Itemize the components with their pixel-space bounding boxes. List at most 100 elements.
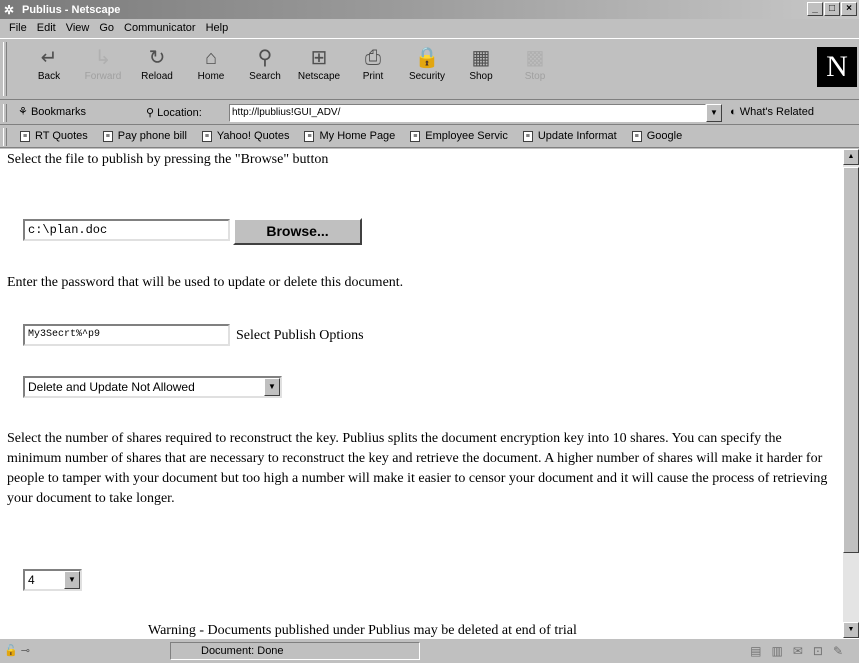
title-bar: ✲ Publius - Netscape _ □ × <box>0 0 859 19</box>
stop-icon: ▩ <box>525 47 545 69</box>
shares-instructions: Select the number of shares required to … <box>7 431 828 506</box>
shop-icon: ▦ <box>471 47 491 69</box>
forward-arrow-icon: ↳ <box>94 47 112 69</box>
toolbar-button-label: Security <box>408 71 446 82</box>
location-page-icon[interactable]: ⚲ <box>146 107 154 119</box>
status-text: Document: Done <box>170 642 420 660</box>
reload-icon: ↻ <box>148 47 166 69</box>
netscape-icon: ⊞ <box>310 47 328 69</box>
toolbar-stop-button[interactable]: ▩ Stop <box>508 45 562 82</box>
component-bar-icons[interactable]: ▤▥✉⊡✎ <box>750 644 853 658</box>
menu-file[interactable]: File <box>4 22 32 34</box>
personal-bookmark-label: Google <box>646 130 683 142</box>
window-title: Publius - Netscape <box>22 3 121 16</box>
bookmark-page-icon: ≡ <box>102 130 113 142</box>
file-path-input[interactable]: c:\plan.doc <box>23 219 230 241</box>
menu-help[interactable]: Help <box>201 22 234 34</box>
scroll-thumb[interactable] <box>843 167 859 553</box>
toolbar-button-label: Forward <box>84 71 122 82</box>
toolbar-forward-button[interactable]: ↳ Forward <box>76 45 130 82</box>
print-icon: ⎙ <box>365 47 381 69</box>
toolbar-button-label: Netscape <box>297 71 341 82</box>
toolbar-button-label: Shop <box>469 71 493 82</box>
password-input[interactable]: My3Secrt%^p9 <box>23 324 230 346</box>
toolbar-grip[interactable] <box>3 42 7 96</box>
toolbar-print-button[interactable]: ⎙ Print <box>346 45 400 82</box>
vertical-scrollbar[interactable]: ▲ ▼ <box>843 149 859 638</box>
status-bar: 🔓 ⊸ Document: Done ▤▥✉⊡✎ <box>0 638 859 663</box>
dropdown-arrow-icon[interactable]: ▼ <box>264 378 280 396</box>
scroll-up-button[interactable]: ▲ <box>843 149 859 165</box>
toolbar-netscape-button[interactable]: ⊞ Netscape <box>292 45 346 82</box>
password-prompt-text: Enter the password that will be used to … <box>7 275 404 290</box>
minimize-button[interactable]: _ <box>807 2 823 16</box>
bookmark-page-icon: ≡ <box>631 130 642 142</box>
menu-communicator[interactable]: Communicator <box>119 22 201 34</box>
file-prompt-text: Select the file to publish by pressing t… <box>7 152 329 167</box>
whats-related-icon: ◐ <box>730 106 737 118</box>
browse-button[interactable]: Browse... <box>233 218 362 245</box>
scroll-down-button[interactable]: ▼ <box>843 622 859 638</box>
toolbar-home-button[interactable]: ⌂ Home <box>184 45 238 82</box>
toolbar-back-button[interactable]: ↵ Back <box>22 45 76 82</box>
menu-view[interactable]: View <box>61 22 95 34</box>
location-label: ⚲ Location: <box>146 107 202 119</box>
toolbar-button-label: Stop <box>524 71 546 82</box>
toolbar-search-button[interactable]: ⚲ Search <box>238 45 292 82</box>
bookmark-page-icon: ≡ <box>20 130 30 142</box>
personal-bookmark-label: Pay phone bill <box>117 130 187 142</box>
whats-related-button[interactable]: ◐ What's Related <box>730 106 814 118</box>
bookmarks-button[interactable]: ⚘ Bookmarks <box>18 105 86 118</box>
personal-bookmark-label: Yahoo! Quotes <box>216 130 290 142</box>
menu-bar: File Edit View Go Communicator Help <box>0 19 859 37</box>
netscape-app-icon: ✲ <box>4 2 15 17</box>
personal-bookmark-label: My Home Page <box>319 130 396 142</box>
personal-bookmark-link[interactable]: ≡ Google <box>631 130 683 142</box>
personal-bookmark-label: Employee Servic <box>425 130 508 142</box>
publish-options-label: Select Publish Options <box>236 328 364 343</box>
toolbar-button-label: Home <box>197 71 225 82</box>
toolbar-button-label: Reload <box>141 71 173 82</box>
toolbar-button-label: Back <box>37 71 61 82</box>
location-input[interactable]: http://lpublius!GUI_ADV/ <box>229 104 706 122</box>
personal-bookmark-link[interactable]: ≡ Pay phone bill <box>102 130 187 142</box>
dropdown-arrow-icon[interactable]: ▼ <box>64 571 80 589</box>
personal-bookmark-label: Update Informat <box>537 130 617 142</box>
bookmark-page-icon: ≡ <box>304 130 315 142</box>
publish-options-value: Delete and Update Not Allowed <box>28 380 195 394</box>
bookmarks-icon: ⚘ <box>18 106 28 118</box>
personal-bookmark-label: RT Quotes <box>35 130 88 142</box>
personal-toolbar: ≡ RT Quotes ≡ Pay phone bill ≡ Yahoo! Quotes ≡… <box>0 126 859 148</box>
search-icon: ⚲ <box>257 47 273 69</box>
toolbar-security-button[interactable]: 🔒 Security <box>400 45 454 82</box>
bookmarks-label: Bookmarks <box>30 106 86 118</box>
location-dropdown-button[interactable]: ▼ <box>706 104 722 122</box>
personal-bookmark-link[interactable]: ≡ Update Informat <box>522 130 617 142</box>
bookmark-page-icon: ≡ <box>201 130 212 142</box>
bookmark-page-icon: ≡ <box>410 130 421 142</box>
bookmark-page-icon: ≡ <box>522 130 533 142</box>
shares-select[interactable]: 4 ▼ <box>23 569 82 591</box>
personal-bookmark-link[interactable]: ≡ My Home Page <box>304 130 395 142</box>
close-button[interactable]: × <box>841 2 857 16</box>
toolbar-button-label: Search <box>249 71 281 82</box>
home-icon: ⌂ <box>204 47 218 69</box>
warning-text: Warning - Documents published under Publ… <box>148 623 577 638</box>
personal-bookmark-link[interactable]: ≡ RT Quotes <box>20 130 88 142</box>
personal-bookmark-link[interactable]: ≡ Employee Servic <box>410 130 508 142</box>
menu-edit[interactable]: Edit <box>32 22 61 34</box>
menu-go[interactable]: Go <box>94 22 119 34</box>
shares-value: 4 <box>28 573 35 587</box>
personal-bookmark-link[interactable]: ≡ Yahoo! Quotes <box>201 130 290 142</box>
location-toolbar: ⚘ Bookmarks ⚲ Location: http://lpublius!… <box>0 101 859 125</box>
back-arrow-icon: ↵ <box>40 47 58 69</box>
personal-toolbar-grip[interactable] <box>3 128 7 146</box>
navigation-toolbar: ↵ Back ↳ Forward ↻ Reload ⌂ Home ⚲ Search ⊞ Netscap… <box>0 38 859 100</box>
maximize-button[interactable]: □ <box>824 2 840 16</box>
security-status-icon[interactable]: 🔓 ⊸ <box>4 644 30 657</box>
location-toolbar-grip[interactable] <box>3 104 7 122</box>
toolbar-shop-button[interactable]: ▦ Shop <box>454 45 508 82</box>
publish-options-select[interactable]: Delete and Update Not Allowed ▼ <box>23 376 282 398</box>
toolbar-reload-button[interactable]: ↻ Reload <box>130 45 184 82</box>
netscape-logo[interactable]: N <box>817 47 857 87</box>
